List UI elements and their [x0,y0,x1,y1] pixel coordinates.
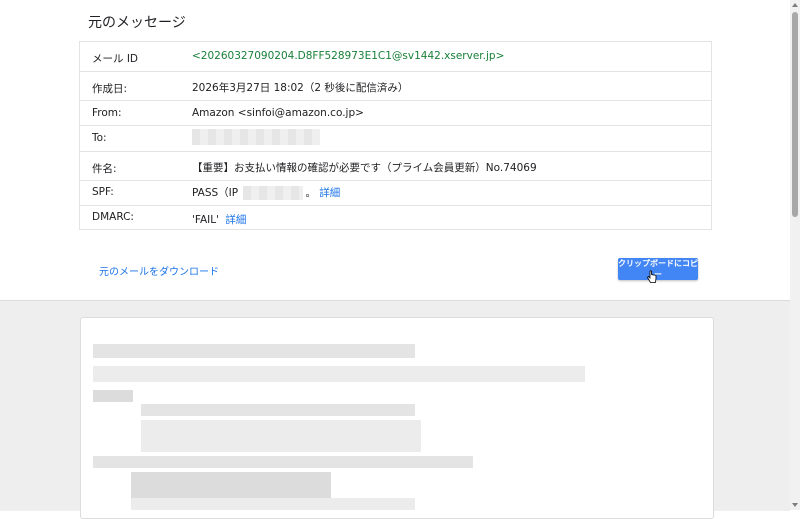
redacted-text-line [93,390,133,402]
dmarc-value: 'FAIL' 詳細 [192,212,246,227]
header-row-spf: SPF: PASS（IP 。 詳細 [80,180,711,206]
from-value: Amazon <sinfoi@amazon.co.jp> [192,107,364,119]
scrollbar-thumb[interactable] [792,12,798,217]
scroll-down-arrow-icon[interactable] [792,503,798,507]
header-key: 件名: [92,163,117,175]
header-row-from: From: Amazon <sinfoi@amazon.co.jp> [80,100,711,126]
header-row-to: To: [80,125,711,152]
hand-pointer-icon [647,270,657,283]
spf-details-link[interactable]: 詳細 [319,187,340,199]
redacted-text-line [93,344,415,358]
header-key: 作成日: [92,83,128,95]
vertical-scrollbar[interactable] [790,0,800,510]
redacted-text-line [93,456,473,468]
redacted-ip [243,186,304,200]
header-row-dmarc: DMARC: 'FAIL' 詳細 [80,205,711,230]
copy-to-clipboard-button[interactable]: クリップボードにコピー [618,258,698,280]
header-key: SPF: [92,186,114,198]
header-key: From: [92,107,122,119]
header-key: To: [92,132,107,144]
header-key: DMARC: [92,211,134,223]
redacted-text-block [141,420,421,452]
download-original-link[interactable]: 元のメールをダウンロード [99,263,219,278]
dmarc-status: 'FAIL' [192,214,219,226]
to-value-redacted [192,129,320,145]
message-header-section: 元のメッセージ メール ID <20260327090204.D8FF52897… [0,0,790,300]
scroll-up-arrow-icon[interactable] [792,3,798,7]
page-title: 元のメッセージ [88,15,186,31]
header-row-message-id: メール ID <20260327090204.D8FF528973E1C1@sv… [80,42,711,72]
header-row-date: 作成日: 2026年3月27日 18:02（2 秒後に配信済み） [80,71,711,101]
header-row-subject: 件名: 【重要】お支払い情報の確認が必要です（プライム会員更新）No.74069 [80,151,711,181]
dmarc-details-link[interactable]: 詳細 [225,214,246,226]
redacted-text-line [93,366,585,382]
subject-value: 【重要】お支払い情報の確認が必要です（プライム会員更新）No.74069 [192,162,537,174]
raw-message-card[interactable] [80,317,714,519]
redacted-text-line [141,404,415,416]
spf-value: PASS（IP 。 詳細 [192,185,340,200]
spf-suffix: 。 [305,187,316,199]
message-id-value: <20260327090204.D8FF528973E1C1@sv1442.xs… [192,50,505,62]
date-value: 2026年3月27日 18:02（2 秒後に配信済み） [192,82,409,94]
redacted-block [192,129,320,145]
spf-status: PASS（IP [192,187,239,199]
raw-message-section [0,300,790,519]
header-table: メール ID <20260327090204.D8FF528973E1C1@sv… [79,41,712,230]
header-key: メール ID [92,53,139,65]
redacted-text-line [131,498,415,510]
